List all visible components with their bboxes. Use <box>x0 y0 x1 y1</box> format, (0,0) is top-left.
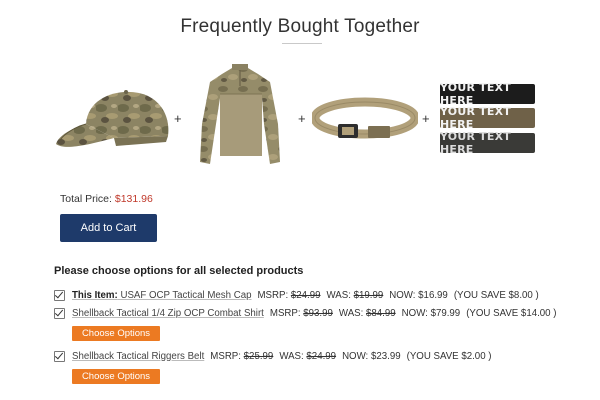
now-price: $23.99 <box>370 350 401 362</box>
total-price-value: $131.96 <box>114 193 153 205</box>
total-price: Total Price: $131.96 <box>60 193 153 205</box>
title-divider <box>282 43 322 44</box>
item-name-link[interactable]: Shellback Tactical 1/4 Zip OCP Combat Sh… <box>72 308 264 319</box>
msrp-label: MSRP: <box>269 307 301 319</box>
was-price: $19.99 <box>353 289 384 301</box>
plus-sign: + <box>422 111 430 126</box>
now-label: NOW: <box>401 307 428 319</box>
item-name-link[interactable]: Shellback Tactical Riggers Belt <box>72 351 204 362</box>
item-checkbox[interactable] <box>54 350 65 362</box>
savings-text: (YOU SAVE $2.00 ) <box>406 350 492 362</box>
now-price: $79.99 <box>430 307 461 319</box>
item-name-link[interactable]: This Item: USAF OCP Tactical Mesh Cap <box>72 290 251 301</box>
msrp-label: MSRP: <box>210 350 241 362</box>
plus-sign: + <box>174 111 182 126</box>
choose-options-button[interactable]: Choose Options <box>72 326 160 341</box>
item-name: USAF OCP Tactical Mesh Cap <box>120 289 252 301</box>
bundle-item-row: Shellback Tactical 1/4 Zip OCP Combat Sh… <box>54 306 556 320</box>
bundle-product-strip: + + + YOUR TEXT HERE YOUR TEXT HERE YOUR… <box>0 58 600 178</box>
now-price: $16.99 <box>418 289 448 301</box>
section-title: Frequently Bought Together <box>180 16 420 37</box>
cap-image[interactable] <box>52 80 174 160</box>
plus-sign: + <box>298 111 306 126</box>
name-patch-gray[interactable]: YOUR TEXT HERE <box>440 130 535 156</box>
total-price-label: Total Price: <box>60 193 112 205</box>
msrp-label: MSRP: <box>257 289 289 301</box>
options-heading: Please choose options for all selected p… <box>54 265 304 277</box>
savings-text: (YOU SAVE $8.00 ) <box>453 289 539 301</box>
name-patch-coyote[interactable]: YOUR TEXT HERE <box>440 105 535 131</box>
msrp-price: $25.99 <box>243 350 274 362</box>
now-label: NOW: <box>342 350 369 362</box>
patch-text: YOUR TEXT HERE <box>440 130 511 156</box>
was-label: WAS: <box>279 350 304 362</box>
savings-text: (YOU SAVE $14.00 ) <box>466 307 557 319</box>
shirt-image[interactable] <box>198 64 282 170</box>
name-patch-black[interactable]: YOUR TEXT HERE <box>440 81 535 107</box>
was-price: $24.99 <box>306 350 337 362</box>
was-label: WAS: <box>326 289 351 301</box>
belt-image[interactable] <box>312 96 418 146</box>
add-to-cart-button[interactable]: Add to Cart <box>60 214 157 242</box>
choose-options-button[interactable]: Choose Options <box>72 369 160 384</box>
item-name: Shellback Tactical 1/4 Zip OCP Combat Sh… <box>72 307 264 319</box>
bundle-item-row: This Item: USAF OCP Tactical Mesh Cap MS… <box>54 288 539 302</box>
item-checkbox[interactable] <box>54 289 65 301</box>
msrp-price: $93.99 <box>303 307 333 319</box>
this-item-label: This Item: <box>72 289 118 301</box>
patch-text: YOUR TEXT HERE <box>440 105 511 131</box>
patch-text: YOUR TEXT HERE <box>440 81 511 107</box>
was-label: WAS: <box>338 307 364 319</box>
msrp-price: $24.99 <box>290 289 321 301</box>
item-checkbox[interactable] <box>54 307 65 319</box>
now-label: NOW: <box>389 289 416 301</box>
item-name: Shellback Tactical Riggers Belt <box>72 350 205 362</box>
bundle-item-row: Shellback Tactical Riggers Belt MSRP: $2… <box>54 349 492 363</box>
was-price: $84.99 <box>366 307 396 319</box>
